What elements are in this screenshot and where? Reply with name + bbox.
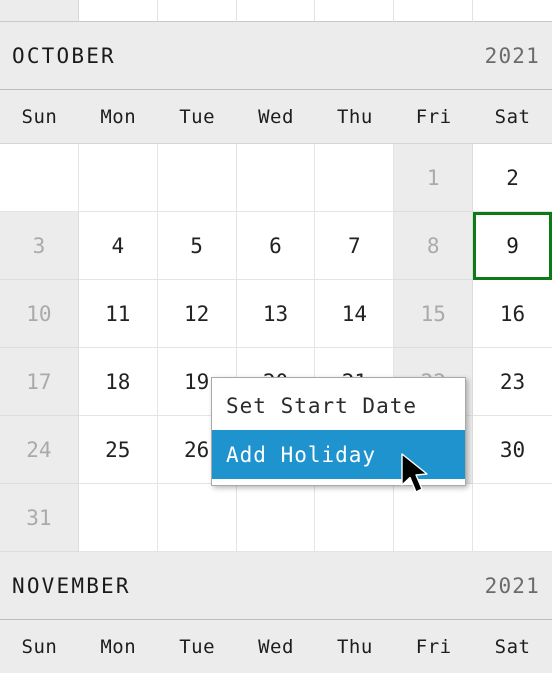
month-year-label: 2021 <box>484 573 540 598</box>
weekday-header-november: Sun Mon Tue Wed Thu Fri Sat <box>0 620 552 673</box>
previous-month-cell[interactable] <box>394 0 474 22</box>
weekday-label-wed: Wed <box>258 635 294 658</box>
day-cell[interactable]: 30 <box>473 416 552 484</box>
day-cell[interactable]: 17 <box>0 348 79 416</box>
day-cell[interactable]: 13 <box>236 280 316 348</box>
menu-item-label: Add Holiday <box>226 442 377 467</box>
weekday-label-thu: Thu <box>336 635 373 658</box>
previous-month-partial-row <box>0 0 552 22</box>
day-cell[interactable]: 12 <box>157 280 237 348</box>
weekday-label-tue: Tue <box>179 105 216 128</box>
day-cell[interactable]: 4 <box>78 212 158 280</box>
day-cell-empty <box>473 484 552 552</box>
weekday-header-october: Sun Mon Tue Wed Thu Fri Sat <box>0 90 552 144</box>
weekday-label-fri: Fri <box>415 105 452 128</box>
context-menu[interactable]: Set Start Date Add Holiday <box>211 377 466 486</box>
day-cell[interactable]: 10 <box>0 280 79 348</box>
day-cell[interactable]: 14 <box>315 280 395 348</box>
day-cell[interactable]: 25 <box>78 416 158 484</box>
month-block-november: NOVEMBER 2021 Sun Mon Tue Wed Thu Fri Sat <box>0 552 552 673</box>
previous-month-cell[interactable] <box>236 0 316 22</box>
day-cell[interactable]: 11 <box>78 280 158 348</box>
day-cell[interactable]: 6 <box>236 212 316 280</box>
day-cell[interactable]: 5 <box>157 212 237 280</box>
weekday-label-sat: Sat <box>494 635 531 658</box>
weekday-label-mon: Mon <box>100 635 137 658</box>
day-cell[interactable]: 16 <box>473 280 552 348</box>
weekday-label-sun: Sun <box>21 105 58 128</box>
day-cell[interactable]: 24 <box>0 416 79 484</box>
month-name-label: OCTOBER <box>12 43 116 68</box>
calendar-root: OCTOBER 2021 Sun Mon Tue Wed Thu Fri Sat 12345… <box>0 0 552 673</box>
weekday-label-fri: Fri <box>415 635 452 658</box>
day-cell-empty <box>236 484 316 552</box>
day-cell-empty <box>394 484 474 552</box>
day-cell[interactable]: 31 <box>0 484 79 552</box>
day-cell-selected[interactable]: 9 <box>473 212 552 280</box>
day-cell-empty <box>315 484 395 552</box>
day-grid-october: 1234567891011121314151617181920212223242… <box>0 144 552 552</box>
day-cell-empty <box>0 144 79 212</box>
day-cell-empty <box>78 144 158 212</box>
day-cell-empty <box>236 144 316 212</box>
previous-month-cell[interactable] <box>78 0 158 22</box>
day-cell[interactable]: 18 <box>78 348 158 416</box>
day-cell[interactable]: 1 <box>394 144 474 212</box>
weekday-label-tue: Tue <box>179 635 216 658</box>
day-cell[interactable]: 8 <box>394 212 474 280</box>
day-cell[interactable]: 3 <box>0 212 79 280</box>
weekday-label-mon: Mon <box>100 105 137 128</box>
day-cell[interactable]: 7 <box>315 212 395 280</box>
day-cell[interactable]: 23 <box>473 348 552 416</box>
month-header-november: NOVEMBER 2021 <box>0 552 552 620</box>
month-year-label: 2021 <box>484 43 540 68</box>
weekday-label-wed: Wed <box>258 105 294 128</box>
menu-item-add-holiday[interactable]: Add Holiday <box>212 430 465 479</box>
previous-month-cell[interactable] <box>315 0 395 22</box>
day-cell[interactable]: 2 <box>473 144 552 212</box>
day-cell-empty <box>315 144 395 212</box>
weekday-label-sat: Sat <box>494 105 531 128</box>
day-cell-empty <box>78 484 158 552</box>
previous-month-cell <box>0 0 79 22</box>
previous-month-cell[interactable] <box>473 0 552 22</box>
weekday-label-thu: Thu <box>336 105 373 128</box>
weekday-label-sun: Sun <box>21 635 58 658</box>
day-cell[interactable]: 15 <box>394 280 474 348</box>
month-name-label: NOVEMBER <box>12 573 131 598</box>
menu-item-label: Set Start Date <box>226 393 418 418</box>
previous-month-cell[interactable] <box>157 0 237 22</box>
month-header-october: OCTOBER 2021 <box>0 22 552 90</box>
menu-item-set-start-date[interactable]: Set Start Date <box>212 381 465 430</box>
day-cell-empty <box>157 484 237 552</box>
day-cell-empty <box>157 144 237 212</box>
